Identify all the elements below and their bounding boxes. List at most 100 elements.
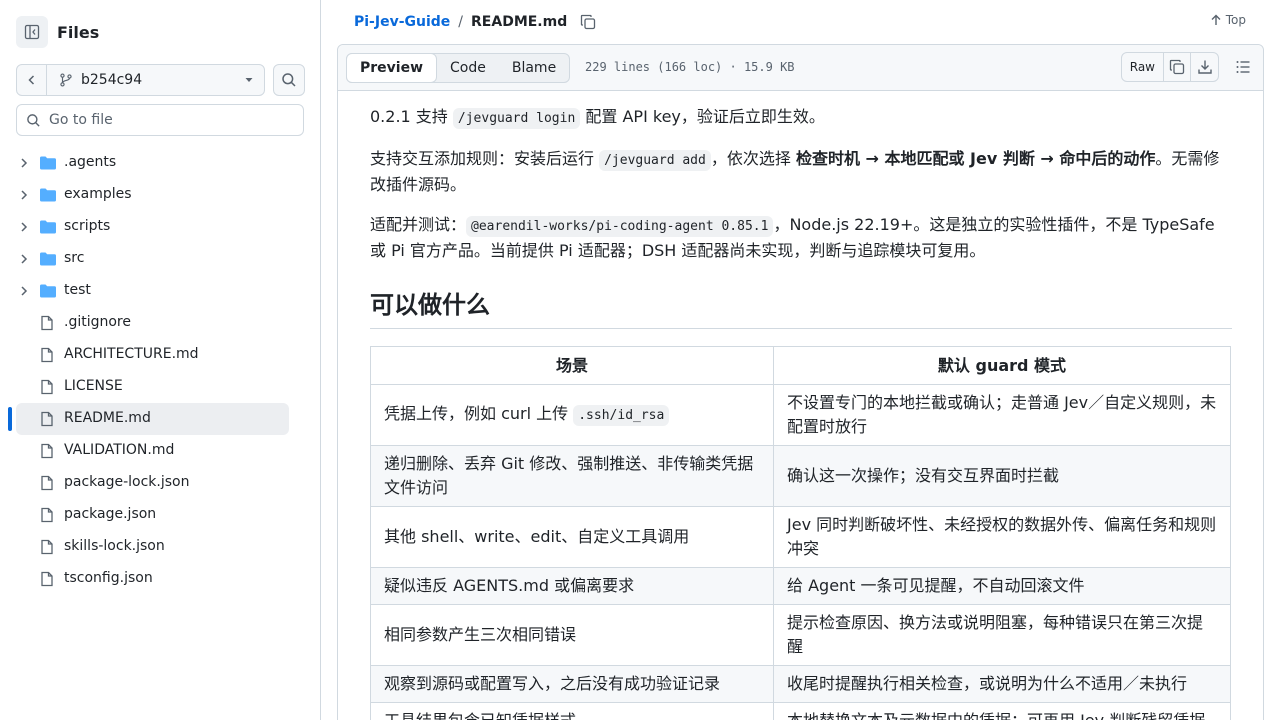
caret-down-icon xyxy=(245,78,253,82)
table-cell: 其他 shell、write、edit、自定义工具调用 xyxy=(370,506,774,568)
raw-button[interactable]: Raw xyxy=(1122,53,1164,81)
tree-item-license[interactable]: LICENSE xyxy=(0,371,320,403)
git-branch-icon xyxy=(60,73,72,87)
table-cell: 本地替换文本及元数据中的凭据；可再用 Jev 判断残留凭据 xyxy=(773,702,1231,720)
inline-code: /jevguard add xyxy=(599,150,711,171)
chevron-right-icon[interactable] xyxy=(18,253,30,265)
search-icon xyxy=(27,113,40,127)
table-header: 场景 xyxy=(370,346,774,385)
text: 支持交互添加规则：安装后运行 xyxy=(370,149,600,168)
text: 0.2.1 支持 xyxy=(370,107,453,126)
file-actions: Raw xyxy=(1120,52,1219,82)
download-button[interactable] xyxy=(1191,53,1218,81)
file-meta: 229 lines (166 loc) · 15.9 KB xyxy=(585,60,795,74)
selected-indicator xyxy=(8,407,12,431)
copy-path-button[interactable] xyxy=(580,14,596,30)
chevron-right-icon[interactable] xyxy=(18,189,30,201)
file-tree: .agents examples scripts src test .gitig… xyxy=(0,147,320,595)
inline-code: /jevguard login xyxy=(452,108,581,129)
tree-item-src[interactable]: src xyxy=(0,243,320,275)
outline-button[interactable] xyxy=(1235,59,1251,79)
tree-item-label: package-lock.json xyxy=(64,474,190,490)
table-row: 相同参数产生三次相同错误 提示检查原因、换方法或说明阻塞，每种错误只在第三次提醒 xyxy=(370,604,1231,666)
tab-preview[interactable]: Preview xyxy=(346,53,438,83)
search-files-button[interactable] xyxy=(273,64,305,96)
table-cell: 疑似违反 AGENTS.md 或偏离要求 xyxy=(370,567,774,605)
tree-item-examples[interactable]: examples xyxy=(0,179,320,211)
tree-item-label: examples xyxy=(64,186,132,202)
table-cell: 递归删除、丢弃 Git 修改、强制推送、非传输类凭据文件访问 xyxy=(370,445,774,507)
table-row: 疑似违反 AGENTS.md 或偏离要求 给 Agent 一条可见提醒，不自动回… xyxy=(370,567,1231,605)
breadcrumb-separator: / xyxy=(458,14,464,30)
breadcrumb-file: README.md xyxy=(471,14,568,30)
table-row: 其他 shell、write、edit、自定义工具调用 Jev 同时判断破坏性、… xyxy=(370,506,1231,568)
tree-item-label: .gitignore xyxy=(64,314,131,330)
sidebar-collapse-icon xyxy=(24,24,40,40)
collapse-sidebar-button[interactable] xyxy=(16,16,48,48)
folder-icon xyxy=(40,156,56,170)
branch-selector[interactable]: b254c94 xyxy=(16,64,265,96)
table-header-row: 场景 默认 guard 模式 xyxy=(370,346,1231,385)
chevron-right-icon[interactable] xyxy=(18,157,30,169)
folder-icon xyxy=(40,188,56,202)
file-icon xyxy=(41,315,53,331)
tree-item-skills-lock[interactable]: skills-lock.json xyxy=(0,531,320,563)
go-to-file-input[interactable] xyxy=(49,112,289,128)
table-cell: 相同参数产生三次相同错误 xyxy=(370,604,774,666)
table-cell: 观察到源码或配置写入，之后没有成功验证记录 xyxy=(370,665,774,703)
tree-item-label: README.md xyxy=(64,410,151,426)
table-cell: 工具结果包含已知凭据样式 xyxy=(370,702,774,720)
tree-item-label: skills-lock.json xyxy=(64,538,165,554)
breadcrumb-repo-link[interactable]: Pi-Jev-Guide xyxy=(354,14,450,30)
top-link[interactable]: Top xyxy=(1210,13,1246,27)
go-to-file-field[interactable] xyxy=(16,104,304,136)
tree-item-readme[interactable]: README.md xyxy=(0,403,320,435)
copy-raw-button[interactable] xyxy=(1164,53,1191,81)
file-header: Preview Code Blame 229 lines (166 loc) ·… xyxy=(338,45,1263,91)
tree-item-scripts[interactable]: scripts xyxy=(0,211,320,243)
folder-icon xyxy=(40,252,56,266)
tree-item-architecture[interactable]: ARCHITECTURE.md xyxy=(0,339,320,371)
table-row: 递归删除、丢弃 Git 修改、强制推送、非传输类凭据文件访问 确认这一次操作；没… xyxy=(370,445,1231,507)
search-icon xyxy=(282,73,296,87)
tree-item-test[interactable]: test xyxy=(0,275,320,307)
feature-table: 场景 默认 guard 模式 凭据上传，例如 curl 上传 .ssh/id_r… xyxy=(370,346,1231,720)
table-cell: 确认这一次操作；没有交互界面时拦截 xyxy=(773,445,1231,507)
file-icon xyxy=(41,379,53,395)
sidebar-title: Files xyxy=(57,22,100,42)
selected-background xyxy=(16,403,289,435)
table-row: 凭据上传，例如 curl 上传 .ssh/id_rsa 不设置专门的本地拦截或确… xyxy=(370,384,1231,446)
file-icon xyxy=(41,507,53,523)
branch-dropdown[interactable] xyxy=(234,75,264,85)
tree-item-package[interactable]: package.json xyxy=(0,499,320,531)
tree-item-label: .agents xyxy=(64,154,117,170)
chevron-right-icon[interactable] xyxy=(18,221,30,233)
tree-item-label: package.json xyxy=(64,506,157,522)
tree-item-tsconfig[interactable]: tsconfig.json xyxy=(0,563,320,595)
file-icon xyxy=(41,475,53,491)
table-cell: 不设置专门的本地拦截或确认；走普通 Jev／自定义规则，未配置时放行 xyxy=(773,384,1231,446)
text: ，依次选择 xyxy=(710,149,796,168)
branch-name: b254c94 xyxy=(81,72,143,88)
tab-blame[interactable]: Blame xyxy=(499,54,569,82)
chevron-right-icon[interactable] xyxy=(18,285,30,297)
main-content: Pi-Jev-Guide / README.md Top Preview Cod… xyxy=(321,0,1280,720)
table-cell: 提示检查原因、换方法或说明阻塞，每种错误只在第三次提醒 xyxy=(773,604,1231,666)
branch-name-area[interactable]: b254c94 xyxy=(47,72,234,88)
table-cell: 收尾时提醒执行相关检查，或说明为什么不适用／未执行 xyxy=(773,665,1231,703)
back-button[interactable] xyxy=(17,65,47,95)
tree-item-agents[interactable]: .agents xyxy=(0,147,320,179)
tree-item-label: scripts xyxy=(64,218,111,234)
tree-item-package-lock[interactable]: package-lock.json xyxy=(0,467,320,499)
table-cell: 给 Agent 一条可见提醒，不自动回滚文件 xyxy=(773,567,1231,605)
file-icon xyxy=(41,347,53,363)
tab-code[interactable]: Code xyxy=(437,54,499,82)
tree-item-validation[interactable]: VALIDATION.md xyxy=(0,435,320,467)
branch-row: b254c94 xyxy=(16,64,305,96)
file-topbar: Pi-Jev-Guide / README.md Top xyxy=(337,0,1264,44)
folder-icon xyxy=(40,284,56,298)
tree-item-gitignore[interactable]: .gitignore xyxy=(0,307,320,339)
readme-content: 0.2.1 支持 /jevguard login 配置 API key，验证后立… xyxy=(370,105,1232,720)
table-cell: Jev 同时判断破坏性、未经授权的数据外传、偏离任务和规则冲突 xyxy=(773,506,1231,568)
folder-icon xyxy=(40,220,56,234)
